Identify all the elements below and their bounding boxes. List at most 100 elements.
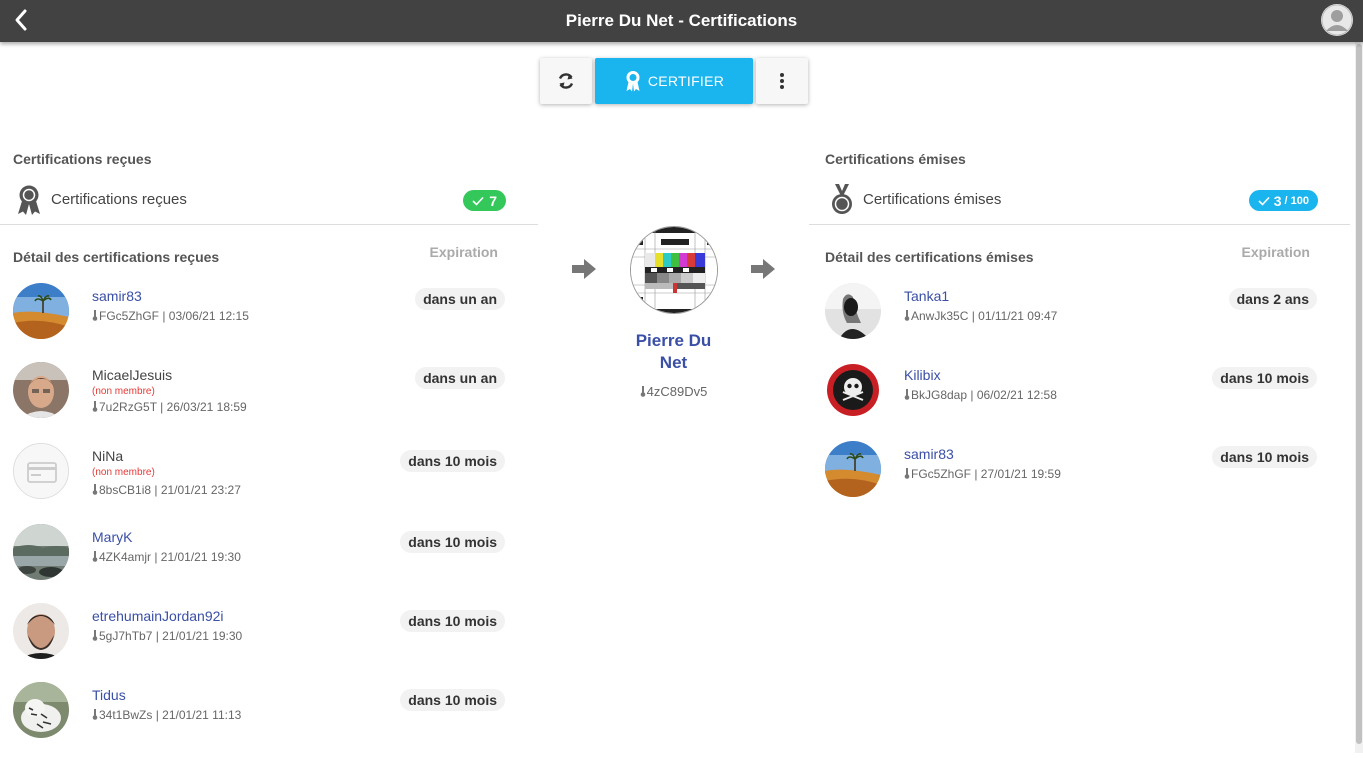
user-meta: BkJG8dap | 06/02/21 12:58 [904, 388, 1057, 402]
scroll-thumb[interactable] [1356, 44, 1362, 744]
user-meta: 8bsCB1i8 | 21/01/21 23:27 [92, 483, 241, 497]
landscape-avatar-image [13, 524, 69, 580]
user-meta: FGc5ZhGF | 27/01/21 19:59 [904, 467, 1061, 481]
user-name[interactable]: MaryK [92, 529, 132, 545]
issued-total: / 100 [1284, 194, 1309, 207]
bearded-man-avatar [13, 603, 69, 659]
key-icon [904, 389, 910, 400]
more-options-button[interactable] [756, 58, 808, 104]
expiration-badge: dans 10 mois [400, 531, 505, 553]
key-icon [92, 401, 98, 412]
user-name[interactable]: Tanka1 [904, 288, 949, 304]
received-detail-title: Détail des certifications reçues [13, 249, 220, 265]
avatar [13, 524, 69, 580]
expiration-badge: dans 10 mois [1212, 446, 1317, 468]
avatar [13, 443, 69, 499]
check-icon [1258, 196, 1270, 206]
toolbar: CERTIFIER [540, 58, 808, 104]
expiration-badge: dans 10 mois [400, 689, 505, 711]
user-avatar-button[interactable] [1321, 4, 1353, 36]
refresh-icon [558, 73, 574, 89]
avatar [13, 362, 69, 418]
user-name[interactable]: MicaelJesuis [92, 367, 172, 383]
pirate-emblem-avatar [825, 362, 881, 418]
user-meta: FGc5ZhGF | 03/06/21 12:15 [92, 309, 249, 323]
user-meta: 5gJ7hTb7 | 21/01/21 19:30 [92, 629, 242, 643]
list-item[interactable]: MaryK 4ZK4amjr | 21/01/21 19:30 dans 10 … [0, 521, 538, 600]
expiration-badge: dans un an [415, 288, 505, 310]
avatar [13, 603, 69, 659]
list-item[interactable]: samir83 FGc5ZhGF | 27/01/21 19:59 dans 1… [809, 438, 1350, 517]
user-name[interactable]: NiNa [92, 448, 123, 464]
issued-summary[interactable]: Certifications émises 3 / 100 [809, 180, 1350, 225]
list-item[interactable]: etrehumainJordan92i 5gJ7hTb7 | 21/01/21 … [0, 600, 538, 679]
list-item[interactable]: Tidus 34t1BwZs | 21/01/21 11:13 dans 10 … [0, 679, 538, 758]
avatar [13, 682, 69, 738]
user-name[interactable]: samir83 [904, 446, 954, 462]
user-meta: AnwJk35C | 01/11/21 09:47 [904, 309, 1057, 323]
user-name[interactable]: Kilibix [904, 367, 941, 383]
received-expiration-header: Expiration [429, 244, 498, 260]
certify-button[interactable]: CERTIFIER [595, 58, 753, 104]
issued-section-title: Certifications émises [825, 151, 966, 167]
key-icon [92, 630, 98, 641]
medal-icon [832, 184, 852, 214]
person-photo-avatar [13, 362, 69, 418]
arrow-right-icon [751, 259, 775, 279]
received-summary-label: Certifications reçues [51, 191, 187, 208]
arrow-right-icon [572, 259, 596, 279]
avatar [825, 283, 881, 339]
page-title: Pierre Du Net - Certifications [565, 11, 798, 30]
user-meta: 4ZK4amjr | 21/01/21 19:30 [92, 550, 241, 564]
list-item[interactable]: samir83 FGc5ZhGF | 03/06/21 12:15 dans u… [0, 280, 538, 359]
expiration-badge: dans 10 mois [400, 450, 505, 472]
issued-count: 3 [1273, 192, 1282, 209]
avatar [825, 441, 881, 497]
desert-avatar-image [13, 283, 69, 339]
received-count: 7 [489, 192, 497, 209]
issued-count-badge: 3 / 100 [1248, 190, 1318, 211]
key-icon [904, 310, 910, 321]
expiration-badge: dans un an [415, 367, 505, 389]
expiration-badge: dans 10 mois [1212, 367, 1317, 389]
list-item[interactable]: Tanka1 AnwJk35C | 01/11/21 09:47 dans 2 … [809, 280, 1350, 359]
key-icon [92, 310, 98, 321]
user-meta: 7u2RzG5T | 26/03/21 18:59 [92, 400, 247, 414]
refresh-button[interactable] [540, 58, 592, 104]
avatar [825, 362, 881, 418]
issued-expiration-header: Expiration [1241, 244, 1310, 260]
key-icon [92, 551, 98, 562]
issued-detail-title: Détail des certifications émises [825, 249, 1034, 265]
user-meta: 34t1BwZs | 21/01/21 11:13 [92, 708, 241, 722]
received-summary[interactable]: Certifications reçues 7 [0, 180, 538, 225]
received-section-title: Certifications reçues [13, 151, 152, 167]
avatar [13, 283, 69, 339]
user-name[interactable]: etrehumainJordan92i [92, 608, 224, 624]
ribbon-icon [626, 71, 640, 92]
scrollbar[interactable] [1355, 42, 1363, 753]
list-item[interactable]: Kilibix BkJG8dap | 06/02/21 12:58 dans 1… [809, 359, 1350, 438]
list-item[interactable]: MicaelJesuis (non membre) 7u2RzG5T | 26/… [0, 359, 538, 438]
non-member-label: (non membre) [92, 467, 155, 478]
identity-avatar[interactable] [630, 226, 718, 314]
key-icon [904, 468, 910, 479]
id-card-icon [14, 444, 68, 498]
key-icon [92, 484, 98, 495]
desert-avatar-image [825, 441, 881, 497]
identity-name: Pierre Du Net [635, 331, 712, 372]
hooded-figure-avatar [825, 283, 881, 339]
identity-pubkey: 4zC89Dv5 [538, 384, 809, 399]
white-tiger-avatar [13, 682, 69, 738]
key-icon [92, 709, 98, 720]
user-name[interactable]: samir83 [92, 288, 142, 304]
received-count-badge: 7 [463, 190, 506, 211]
test-card-avatar-image [631, 227, 717, 313]
expiration-badge: dans 10 mois [400, 610, 505, 632]
check-icon [472, 196, 484, 206]
award-ribbon-icon [18, 185, 40, 215]
list-item[interactable]: NiNa (non membre) 8bsCB1i8 | 21/01/21 23… [0, 440, 538, 519]
user-name[interactable]: Tidus [92, 687, 126, 703]
expiration-badge: dans 2 ans [1228, 288, 1317, 310]
user-icon [1321, 4, 1353, 36]
key-icon [640, 386, 645, 397]
